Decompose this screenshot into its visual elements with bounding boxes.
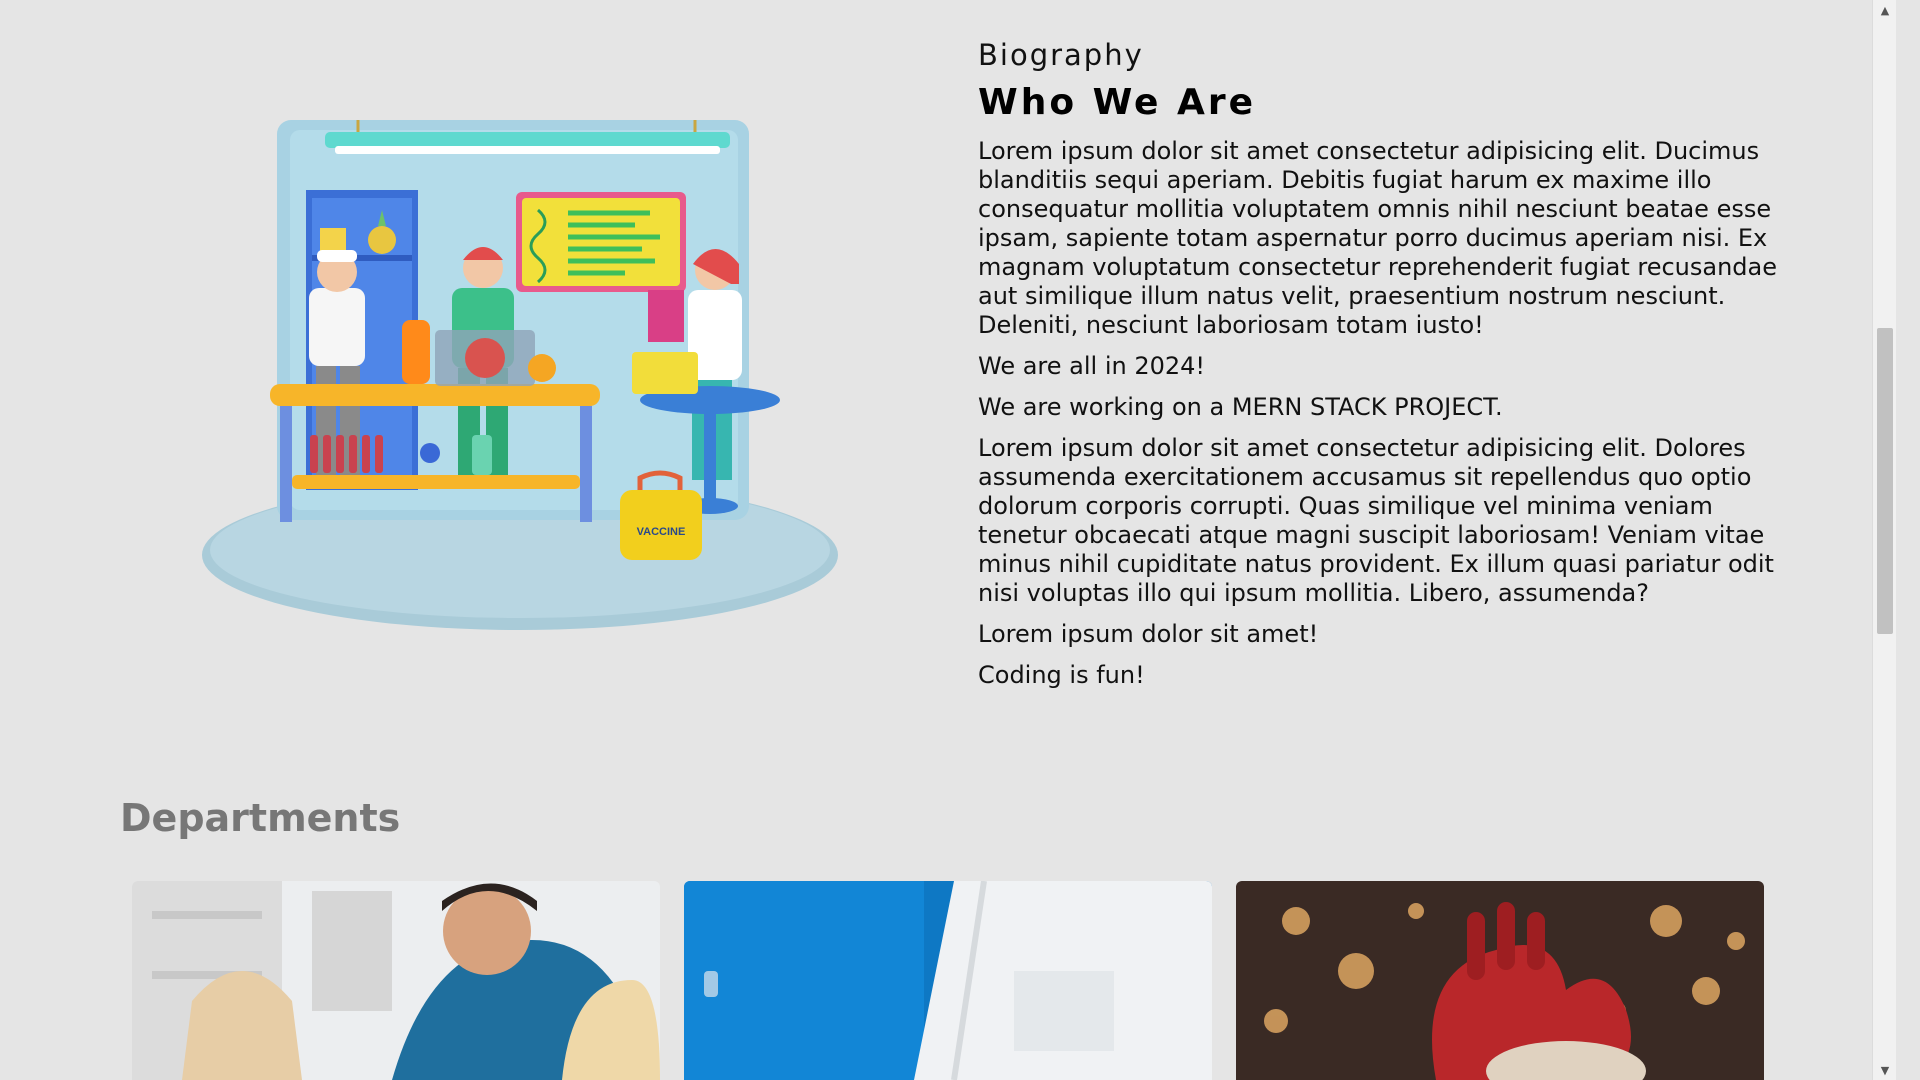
biography-paragraph: Lorem ipsum dolor sit amet consectetur a… [978,434,1774,607]
departments-title: Departments [120,796,401,840]
scroll-down-arrow-icon[interactable]: ▼ [1873,1060,1897,1080]
department-card-orthopedics[interactable] [684,881,1212,1080]
biography-paragraph: We are all in 2024! [978,352,1206,380]
biography-paragraph: We are working on a MERN STACK PROJECT. [978,393,1503,421]
biography-paragraph: Lorem ipsum dolor sit amet! [978,620,1319,648]
scroll-up-arrow-icon[interactable]: ▲ [1873,0,1897,20]
biography-section: Biography Who We Are Lorem ipsum dolor s… [978,38,1778,702]
biography-eyebrow: Biography [978,38,1144,72]
biography-paragraph: Lorem ipsum dolor sit amet consectetur a… [978,137,1777,339]
department-image [684,881,1212,1080]
vertical-scrollbar[interactable]: ▲ ▼ [1872,0,1896,1080]
lab-illustration: VACCINE [202,120,838,630]
department-card-pediatrics[interactable] [132,881,660,1080]
vaccine-label: VACCINE [637,526,686,538]
biography-heading: Who We Are [978,82,1257,123]
department-image [132,881,660,1080]
biography-illustration: VACCINE [120,50,940,680]
biography-paragraph: Coding is fun! [978,661,1145,689]
page: VACCINE Biography Who We Are Lorem ipsum… [0,0,1896,1080]
department-image [1236,881,1764,1080]
department-card-cardiology[interactable] [1236,881,1764,1080]
scrollbar-thumb[interactable] [1877,328,1893,634]
